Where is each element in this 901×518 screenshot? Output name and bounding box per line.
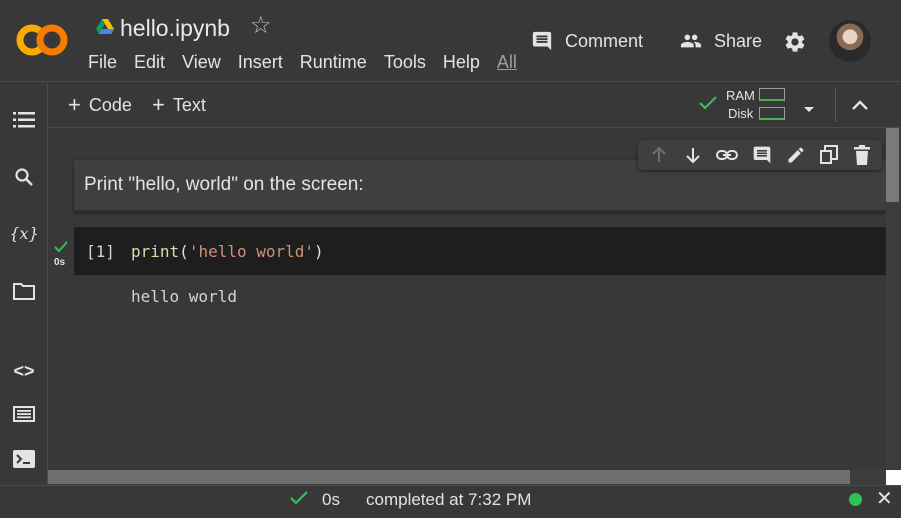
comment-icon [532, 31, 552, 51]
left-rail: {x} <> [0, 83, 48, 485]
link-icon[interactable] [716, 145, 739, 165]
menu-help[interactable]: Help [443, 52, 480, 73]
star-icon[interactable]: ☆ [250, 14, 272, 38]
ram-meter[interactable] [759, 88, 785, 101]
comment-button[interactable]: Comment [531, 30, 643, 52]
add-code-label: Code [88, 94, 132, 115]
plus-icon: + [152, 92, 165, 117]
code-open-paren: ( [179, 242, 189, 261]
menu-all[interactable]: All [497, 52, 517, 73]
ram-label[interactable]: RAM [726, 88, 755, 103]
code-snippets-icon[interactable]: <> [12, 359, 36, 383]
plus-icon: + [68, 92, 81, 117]
check-icon [698, 95, 718, 116]
notebook-title[interactable]: hello.ipynb [120, 15, 230, 42]
text-cell-content: Print "hello, world" on the screen: [84, 174, 364, 195]
avatar[interactable] [829, 20, 871, 62]
scrollbar-corner [886, 470, 901, 485]
code-close-paren: ) [314, 242, 324, 261]
menu-bar: File Edit View Insert Runtime Tools Help… [88, 52, 534, 73]
gear-icon[interactable] [783, 30, 807, 59]
edit-icon[interactable] [786, 145, 806, 165]
add-text-label: Text [172, 94, 206, 115]
comment-add-icon[interactable] [752, 145, 772, 165]
check-icon [290, 490, 308, 511]
horizontal-scrollbar-thumb[interactable] [48, 470, 850, 484]
code-editor[interactable]: print('hello world') [131, 242, 324, 261]
menu-insert[interactable]: Insert [238, 52, 283, 73]
folder-icon[interactable] [12, 279, 36, 303]
share-button[interactable]: Share [678, 30, 762, 52]
colab-logo-icon[interactable] [14, 20, 70, 60]
cell-toolbar [638, 140, 882, 170]
status-text: completed at 7:32 PM [366, 490, 532, 509]
menu-tools[interactable]: Tools [384, 52, 426, 73]
search-icon[interactable] [12, 165, 36, 189]
drive-icon[interactable] [96, 19, 114, 35]
connection-status-indicator [849, 493, 862, 506]
arrow-up-icon[interactable] [649, 145, 669, 165]
code-string: 'hello world' [188, 242, 315, 261]
menu-runtime[interactable]: Runtime [300, 52, 367, 73]
close-icon[interactable]: ✕ [876, 489, 893, 509]
menu-view[interactable]: View [182, 52, 221, 73]
terminal-icon[interactable] [12, 447, 36, 471]
disk-meter[interactable] [759, 107, 785, 120]
toc-icon[interactable] [12, 108, 36, 132]
run-time: 0s [54, 257, 66, 268]
share-icon [680, 34, 702, 48]
add-code-button[interactable]: + Code [68, 94, 132, 116]
disk-label[interactable]: Disk [728, 106, 753, 121]
menu-edit[interactable]: Edit [134, 52, 165, 73]
execution-count: [1] [86, 242, 115, 261]
menu-file[interactable]: File [88, 52, 117, 73]
mirror-cell-icon[interactable] [819, 145, 839, 165]
cell-output: hello world [131, 287, 237, 306]
vertical-scrollbar-thumb[interactable] [886, 128, 899, 202]
chevron-up-icon[interactable] [851, 98, 869, 116]
run-status-check-icon[interactable] [54, 240, 68, 258]
arrow-down-icon[interactable] [683, 145, 703, 165]
toolbar-divider [835, 88, 836, 122]
command-palette-icon[interactable] [12, 402, 36, 426]
chevron-down-icon[interactable] [803, 101, 815, 119]
code-func: print [131, 242, 180, 261]
delete-icon[interactable] [853, 145, 871, 165]
status-time: 0s [322, 490, 340, 509]
add-text-button[interactable]: + Text [152, 94, 206, 116]
comment-label: Comment [565, 30, 644, 51]
share-label: Share [714, 30, 763, 51]
variables-icon[interactable]: {x} [9, 221, 38, 245]
